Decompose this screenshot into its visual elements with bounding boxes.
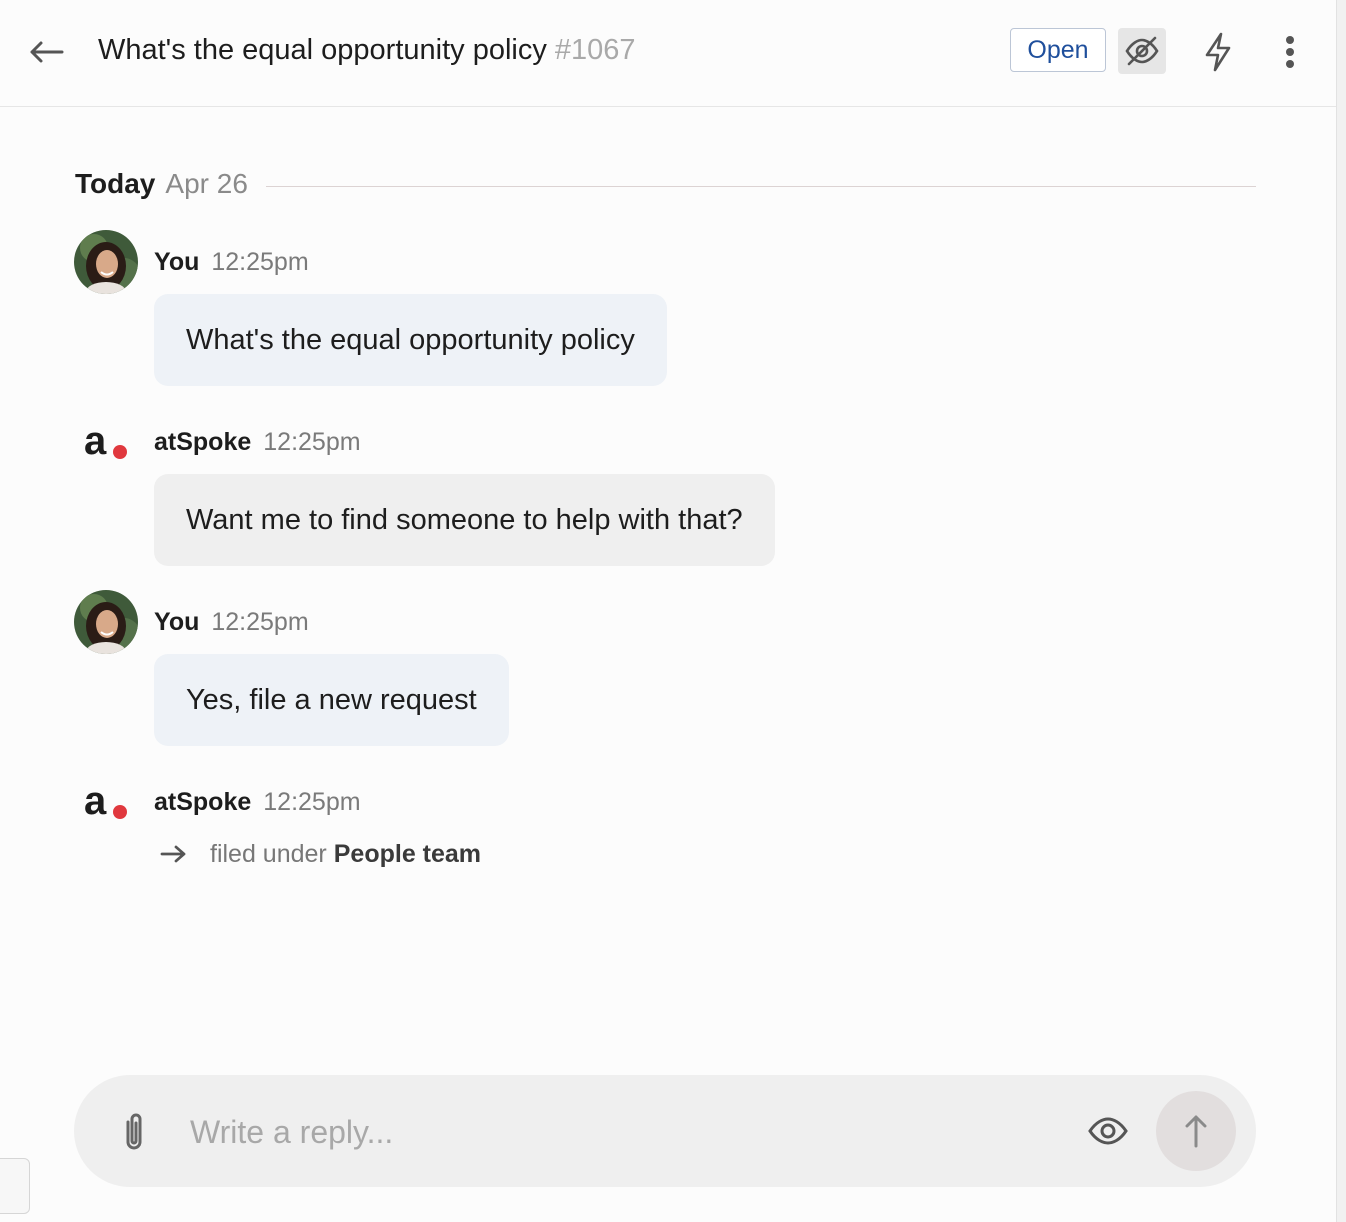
filed-under-event: filed under People team <box>160 836 481 872</box>
send-button[interactable] <box>1156 1091 1236 1171</box>
message-meta: atSpoke 12:25pm <box>154 426 361 458</box>
date-value: Apr 26 <box>165 168 248 199</box>
eye-icon <box>1088 1117 1128 1145</box>
ticket-id: #1067 <box>554 34 636 66</box>
event-team-link[interactable]: People team <box>334 836 481 872</box>
message-bubble: Yes, file a new request <box>154 654 509 746</box>
user-avatar-image <box>74 230 138 294</box>
message-meta: You 12:25pm <box>154 606 309 638</box>
hide-toggle-button[interactable] <box>1118 28 1166 74</box>
user-avatar <box>74 230 138 294</box>
divider-line <box>265 185 1256 187</box>
date-label: Today <box>75 168 156 199</box>
window-edge <box>1336 0 1346 1222</box>
reply-input[interactable] <box>188 1101 1062 1163</box>
user-avatar <box>74 590 138 654</box>
ticket-title: What's the equal opportunity policy #1067 <box>98 30 636 70</box>
message-author: atSpoke <box>154 788 252 816</box>
lightning-bolt-icon <box>1205 32 1231 72</box>
reply-composer <box>74 1075 1256 1187</box>
svg-text:a: a <box>84 782 107 822</box>
message-time: 12:25pm <box>211 248 309 276</box>
message-bubble: Want me to find someone to help with tha… <box>154 474 775 566</box>
message-time: 12:25pm <box>211 608 309 636</box>
arrow-up-icon <box>1185 1115 1207 1148</box>
atspoke-logo-icon: a <box>84 422 127 462</box>
message-author: You <box>154 248 200 276</box>
paperclip-icon <box>126 1113 142 1150</box>
status-button[interactable]: Open <box>1010 28 1106 72</box>
message-author: You <box>154 608 200 636</box>
arrow-left-icon <box>30 41 64 63</box>
more-options-button[interactable] <box>1270 28 1310 76</box>
message-time: 12:25pm <box>263 428 361 456</box>
event-text: filed under <box>210 840 327 868</box>
side-panel-handle[interactable] <box>0 1158 30 1214</box>
atspoke-logo-icon: a <box>84 782 127 822</box>
arrow-right-icon <box>160 836 190 872</box>
eye-off-icon <box>1125 36 1159 66</box>
automation-button[interactable] <box>1194 28 1242 76</box>
message-meta: atSpoke 12:25pm <box>154 786 361 818</box>
ticket-title-text: What's the equal opportunity policy <box>98 34 547 66</box>
visibility-toggle-button[interactable] <box>1084 1109 1132 1153</box>
svg-text:a: a <box>84 422 107 462</box>
atspoke-avatar: a <box>74 770 138 834</box>
ticket-header: What's the equal opportunity policy #1067… <box>0 0 1336 107</box>
atspoke-avatar: a <box>74 410 138 474</box>
ticket-conversation-view: What's the equal opportunity policy #1067… <box>0 0 1346 1222</box>
message-meta: You 12:25pm <box>154 246 309 278</box>
message-author: atSpoke <box>154 428 252 456</box>
back-button[interactable] <box>22 30 70 74</box>
message-bubble: What's the equal opportunity policy <box>154 294 667 386</box>
date-divider: Today Apr 26 <box>75 168 1256 200</box>
attach-button[interactable] <box>114 1107 154 1155</box>
user-avatar-image <box>74 590 138 654</box>
more-vertical-icon <box>1286 36 1294 68</box>
message-time: 12:25pm <box>263 788 361 816</box>
